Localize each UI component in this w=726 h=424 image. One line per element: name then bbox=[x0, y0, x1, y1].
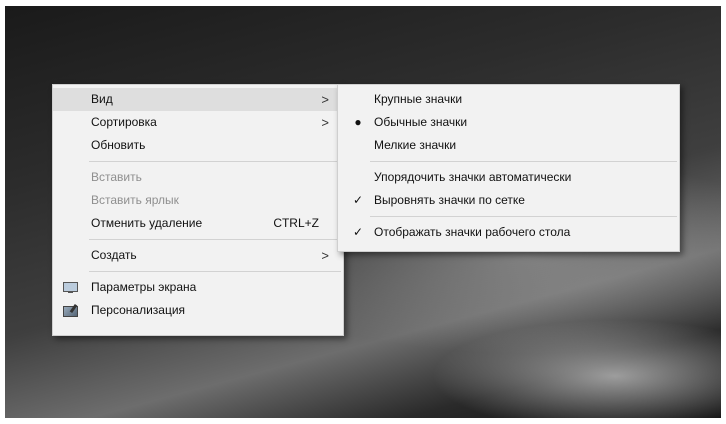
submenu-item-large-icons-label: Крупные значки bbox=[374, 92, 463, 106]
menu-item-paste-shortcut-label: Вставить ярлык bbox=[91, 193, 179, 207]
submenu-item-small-icons[interactable]: Мелкие значки bbox=[338, 134, 679, 157]
submenu-item-medium-icons-label: Обычные значки bbox=[374, 115, 468, 129]
menu-item-paste-shortcut[interactable]: Вставить ярлык bbox=[53, 189, 343, 212]
menu-item-refresh[interactable]: Обновить bbox=[53, 134, 343, 157]
menu-item-personalize[interactable]: Персонализация bbox=[53, 299, 343, 322]
view-submenu: Крупные значки ● Обычные значки Мелкие з… bbox=[337, 84, 680, 252]
menu-item-new-label: Создать bbox=[91, 248, 137, 262]
personalize-icon bbox=[63, 303, 78, 317]
menu-item-view-label: Вид bbox=[91, 92, 113, 106]
checkmark-icon: ✓ bbox=[352, 193, 364, 207]
menu-item-view[interactable]: Вид > bbox=[53, 88, 343, 111]
submenu-item-align-to-grid-label: Выровнять значки по сетке bbox=[374, 193, 525, 207]
chevron-right-icon: > bbox=[321, 115, 329, 130]
submenu-item-show-desktop-icons-label: Отображать значки рабочего стола bbox=[374, 225, 571, 239]
menu-separator bbox=[89, 271, 341, 272]
menu-item-sort-label: Сортировка bbox=[91, 115, 157, 129]
submenu-item-medium-icons[interactable]: ● Обычные значки bbox=[338, 111, 679, 134]
menu-item-undo-delete-label: Отменить удаление bbox=[91, 216, 203, 230]
desktop[interactable]: Вид > Сортировка > Обновить Вставить Вст… bbox=[0, 0, 726, 424]
menu-separator bbox=[89, 161, 341, 162]
menu-item-paste-label: Вставить bbox=[91, 170, 142, 184]
monitor-icon bbox=[63, 282, 78, 293]
submenu-item-auto-arrange[interactable]: Упорядочить значки автоматически bbox=[338, 166, 679, 189]
keyboard-shortcut: CTRL+Z bbox=[273, 216, 319, 230]
menu-item-sort[interactable]: Сортировка > bbox=[53, 111, 343, 134]
chevron-right-icon: > bbox=[321, 248, 329, 263]
menu-item-display-settings[interactable]: Параметры экрана bbox=[53, 276, 343, 299]
menu-separator bbox=[370, 161, 677, 162]
menu-separator bbox=[89, 239, 341, 240]
submenu-item-large-icons[interactable]: Крупные значки bbox=[338, 88, 679, 111]
submenu-item-auto-arrange-label: Упорядочить значки автоматически bbox=[374, 170, 572, 184]
checkmark-icon: ✓ bbox=[352, 225, 364, 239]
submenu-item-show-desktop-icons[interactable]: ✓ Отображать значки рабочего стола bbox=[338, 221, 679, 244]
chevron-right-icon: > bbox=[321, 92, 329, 107]
menu-item-refresh-label: Обновить bbox=[91, 138, 146, 152]
menu-item-display-settings-label: Параметры экрана bbox=[91, 280, 197, 294]
menu-separator bbox=[370, 216, 677, 217]
menu-item-paste[interactable]: Вставить bbox=[53, 166, 343, 189]
desktop-context-menu: Вид > Сортировка > Обновить Вставить Вст… bbox=[52, 84, 344, 336]
radio-bullet-icon: ● bbox=[354, 115, 362, 129]
menu-item-new[interactable]: Создать > bbox=[53, 244, 343, 267]
menu-item-undo-delete[interactable]: Отменить удаление CTRL+Z bbox=[53, 212, 343, 235]
menu-item-personalize-label: Персонализация bbox=[91, 303, 186, 317]
submenu-item-align-to-grid[interactable]: ✓ Выровнять значки по сетке bbox=[338, 189, 679, 212]
submenu-item-small-icons-label: Мелкие значки bbox=[374, 138, 457, 152]
